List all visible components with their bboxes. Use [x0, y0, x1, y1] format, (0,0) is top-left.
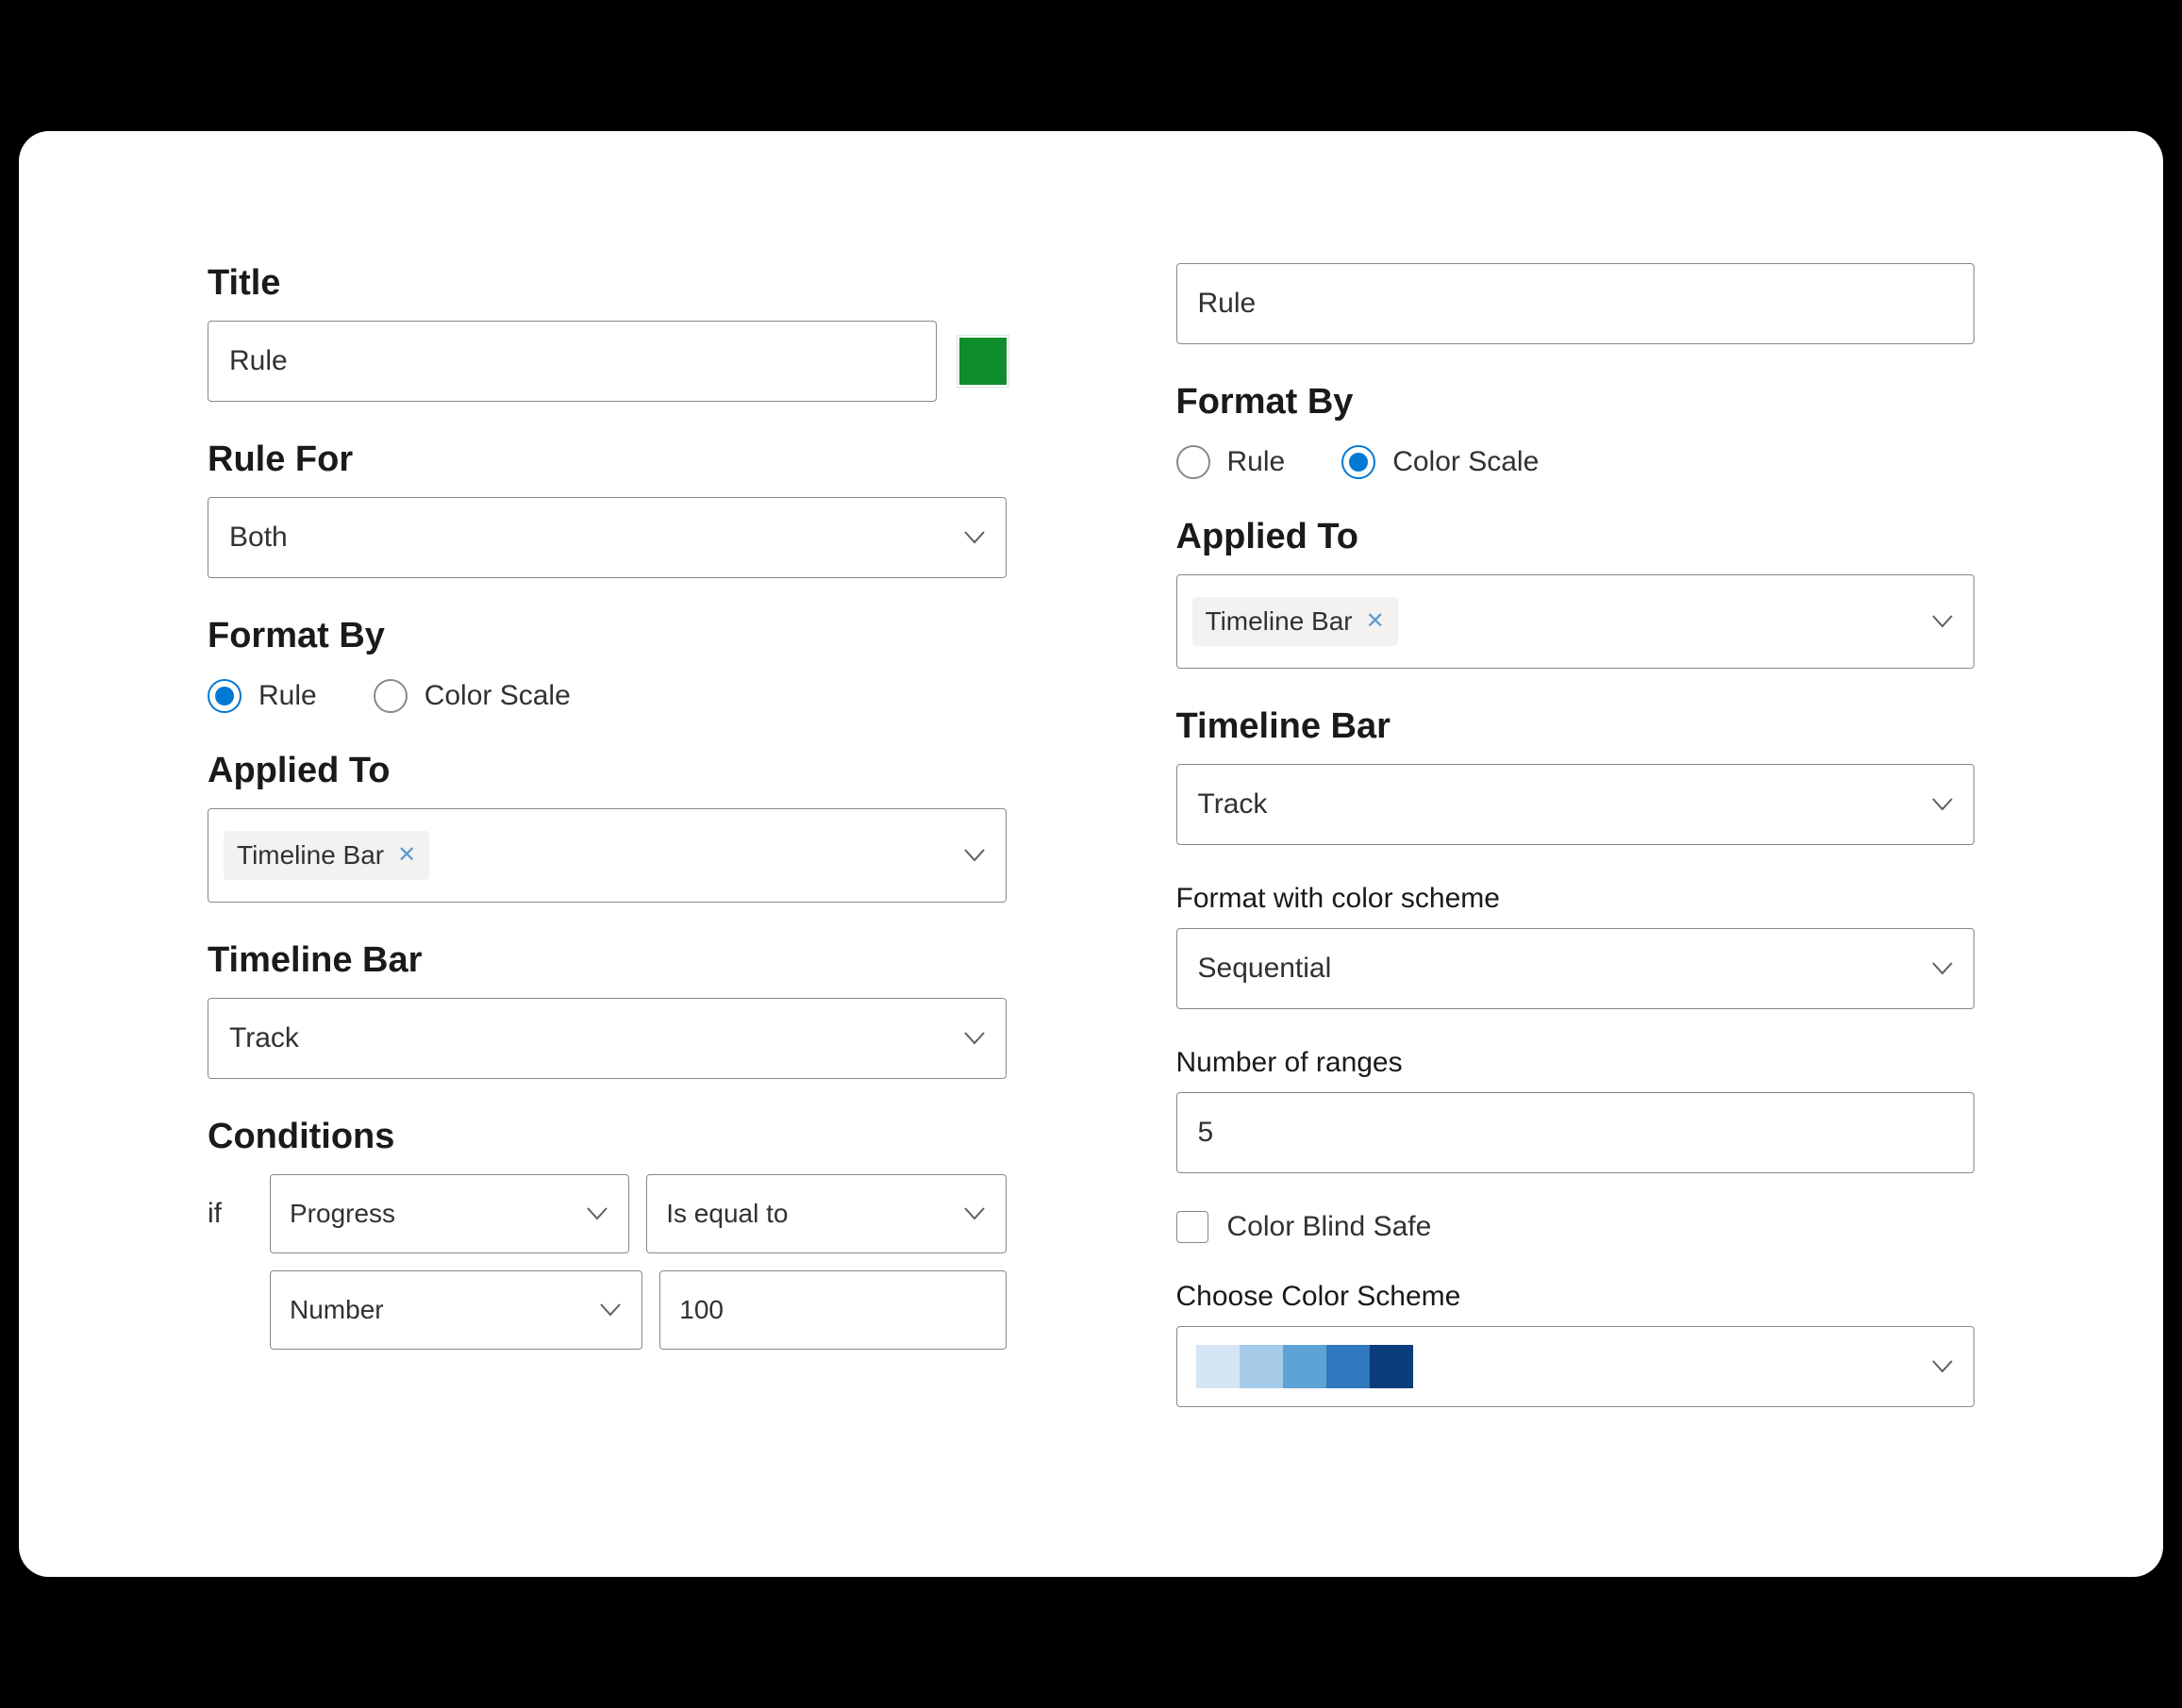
rule-for-field: Rule For Both	[208, 439, 1007, 578]
chevron-down-icon	[587, 1207, 608, 1220]
format-by-rule-radio[interactable]: Rule	[208, 679, 317, 713]
num-ranges-input[interactable]: 5	[1176, 1092, 1975, 1173]
condition-field-value: Progress	[290, 1199, 395, 1229]
color-swatch[interactable]	[959, 338, 1007, 385]
applied-to-input[interactable]: Timeline Bar ✕	[208, 808, 1007, 903]
applied-to-field-right: Applied To Timeline Bar ✕	[1176, 517, 1975, 669]
applied-to-tag: Timeline Bar ✕	[224, 831, 429, 880]
scheme-color-5	[1370, 1345, 1413, 1388]
format-scheme-label: Format with color scheme	[1176, 883, 1975, 915]
timeline-bar-field-right: Timeline Bar Track	[1176, 706, 1975, 845]
condition-value-text: 100	[679, 1295, 724, 1325]
choose-scheme-label: Choose Color Scheme	[1176, 1281, 1975, 1313]
color-blind-checkbox-row[interactable]: Color Blind Safe	[1176, 1211, 1975, 1243]
radio-icon	[1176, 445, 1210, 479]
format-by-colorscale-radio-right[interactable]: Color Scale	[1341, 445, 1539, 479]
num-ranges-field: Number of ranges 5	[1176, 1047, 1975, 1173]
tag-remove-icon[interactable]: ✕	[397, 844, 416, 867]
format-by-label: Format By	[208, 616, 1007, 656]
applied-to-label: Applied To	[208, 751, 1007, 791]
num-ranges-label: Number of ranges	[1176, 1047, 1975, 1079]
timeline-bar-field: Timeline Bar Track	[208, 940, 1007, 1079]
left-column: Title Rule Rule For Both Format By	[208, 263, 1007, 1445]
applied-to-label-right: Applied To	[1176, 517, 1975, 557]
tag-text-right: Timeline Bar	[1206, 606, 1353, 637]
condition-operator-value: Is equal to	[666, 1199, 788, 1229]
scheme-color-1	[1196, 1345, 1240, 1388]
timeline-bar-select-right[interactable]: Track	[1176, 764, 1975, 845]
format-by-rule-radio-right[interactable]: Rule	[1176, 445, 1286, 479]
condition-type-value: Number	[290, 1295, 384, 1325]
chevron-down-icon	[964, 1032, 985, 1045]
conditions-field: Conditions if Progress Is equal to	[208, 1117, 1007, 1350]
format-scheme-select[interactable]: Sequential	[1176, 928, 1975, 1009]
condition-row-1: if Progress Is equal to	[208, 1174, 1007, 1253]
choose-scheme-select[interactable]	[1176, 1326, 1975, 1407]
title-label: Title	[208, 263, 1007, 304]
conditions-label: Conditions	[208, 1117, 1007, 1157]
chevron-down-icon	[964, 531, 985, 544]
condition-field-select[interactable]: Progress	[270, 1174, 629, 1253]
condition-row-2: Number 100	[208, 1270, 1007, 1350]
applied-to-tag-right: Timeline Bar ✕	[1192, 597, 1398, 646]
applied-to-field: Applied To Timeline Bar ✕	[208, 751, 1007, 903]
radio-label-colorscale: Color Scale	[425, 680, 571, 712]
chevron-down-icon	[1932, 1360, 1953, 1373]
format-scheme-value: Sequential	[1198, 953, 1332, 985]
chevron-down-icon	[964, 849, 985, 862]
format-by-radio-group-right: Rule Color Scale	[1176, 439, 1975, 479]
timeline-bar-value: Track	[229, 1022, 299, 1054]
timeline-bar-value-right: Track	[1198, 788, 1268, 821]
condition-value-input[interactable]: 100	[659, 1270, 1006, 1350]
radio-label-rule: Rule	[258, 680, 317, 712]
condition-operator-select[interactable]: Is equal to	[646, 1174, 1006, 1253]
radio-icon	[1341, 445, 1375, 479]
title-input[interactable]: Rule	[208, 321, 937, 402]
format-by-label-right: Format By	[1176, 382, 1975, 423]
scheme-color-4	[1326, 1345, 1370, 1388]
timeline-bar-label: Timeline Bar	[208, 940, 1007, 981]
title-field-right: Rule	[1176, 263, 1975, 344]
chevron-down-icon	[964, 1207, 985, 1220]
timeline-bar-label-right: Timeline Bar	[1176, 706, 1975, 747]
radio-label-colorscale-right: Color Scale	[1392, 446, 1539, 478]
chevron-down-icon	[1932, 615, 1953, 628]
right-column: Rule Format By Rule Color Scale Applied …	[1176, 263, 1975, 1445]
settings-panel: Title Rule Rule For Both Format By	[19, 131, 2163, 1577]
scheme-color-2	[1240, 1345, 1283, 1388]
if-label: if	[208, 1198, 253, 1230]
checkbox-icon	[1176, 1211, 1208, 1243]
title-input-value: Rule	[229, 345, 288, 377]
num-ranges-value: 5	[1198, 1117, 1214, 1149]
timeline-bar-select[interactable]: Track	[208, 998, 1007, 1079]
applied-to-input-right[interactable]: Timeline Bar ✕	[1176, 574, 1975, 669]
title-value-right: Rule	[1198, 288, 1257, 320]
chevron-down-icon	[1932, 798, 1953, 811]
format-by-field: Format By Rule Color Scale	[208, 616, 1007, 713]
title-input-right[interactable]: Rule	[1176, 263, 1975, 344]
scheme-swatches	[1196, 1345, 1413, 1388]
tag-remove-icon[interactable]: ✕	[1366, 610, 1385, 633]
rule-for-select[interactable]: Both	[208, 497, 1007, 578]
tag-text: Timeline Bar	[237, 840, 384, 871]
format-by-radio-group: Rule Color Scale	[208, 673, 1007, 713]
rule-for-value: Both	[229, 522, 288, 554]
scheme-color-3	[1283, 1345, 1326, 1388]
format-by-colorscale-radio[interactable]: Color Scale	[374, 679, 571, 713]
radio-icon	[374, 679, 408, 713]
radio-icon	[208, 679, 242, 713]
color-blind-label: Color Blind Safe	[1227, 1211, 1432, 1243]
radio-label-rule-right: Rule	[1227, 446, 1286, 478]
chevron-down-icon	[600, 1303, 621, 1317]
format-scheme-field: Format with color scheme Sequential	[1176, 883, 1975, 1009]
title-field: Title Rule	[208, 263, 1007, 402]
chevron-down-icon	[1932, 962, 1953, 975]
format-by-field-right: Format By Rule Color Scale	[1176, 382, 1975, 479]
choose-scheme-field: Choose Color Scheme	[1176, 1281, 1975, 1407]
condition-type-select[interactable]: Number	[270, 1270, 642, 1350]
rule-for-label: Rule For	[208, 439, 1007, 480]
